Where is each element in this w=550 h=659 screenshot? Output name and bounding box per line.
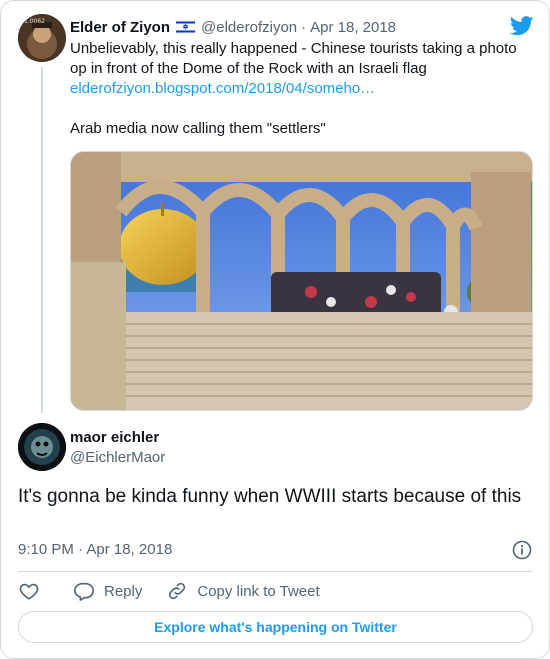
tweet-date: Apr 18, 2018 xyxy=(86,541,173,558)
twitter-bird-icon[interactable] xyxy=(509,16,534,36)
article-link[interactable]: elderofziyon.blogspot.com/2018/04/someho… xyxy=(70,79,530,99)
reply-bubble-icon xyxy=(74,582,94,601)
timestamp-separator: · xyxy=(78,541,84,558)
copy-link-button[interactable]: Copy link to Tweet xyxy=(166,580,320,602)
explore-twitter-button[interactable]: Explore what's happening on Twitter xyxy=(18,611,533,643)
tweet-card: 1.0062 Elder of Ziyon @elderofziyon · Ap… xyxy=(0,0,550,659)
quoted-text-line-1: Unbelievably, this really happened - Chi… xyxy=(70,40,517,57)
info-icon[interactable] xyxy=(511,539,533,561)
heart-icon xyxy=(19,583,39,600)
tweet-time: 9:10 PM xyxy=(18,541,74,558)
svg-text:1.0062: 1.0062 xyxy=(24,18,45,25)
quoted-author-handle[interactable]: @elderofziyon xyxy=(201,19,297,36)
quoted-tweet-date[interactable]: Apr 18, 2018 xyxy=(310,19,396,36)
maor-eichler-avatar[interactable] xyxy=(18,423,66,471)
divider xyxy=(18,571,533,572)
quoted-author-name[interactable]: Elder of Ziyon xyxy=(70,19,170,36)
header-separator: · xyxy=(301,18,307,36)
tweet-timestamp[interactable]: 9:10 PM · Apr 18, 2018 xyxy=(18,541,172,558)
like-button[interactable] xyxy=(18,580,49,602)
elder-of-ziyon-avatar[interactable]: 1.0062 xyxy=(18,14,66,62)
reply-label: Reply xyxy=(104,582,143,600)
reply-tweet-text: It's gonna be kinda funny when WWIII sta… xyxy=(18,486,522,507)
quoted-text-line-3: Arab media now calling them "settlers" xyxy=(70,120,326,137)
israel-flag-icon xyxy=(175,19,196,35)
copy-link-label: Copy link to Tweet xyxy=(197,582,320,600)
reply-button[interactable]: Reply xyxy=(73,580,142,602)
quoted-tweet-text: Unbelievably, this really happened - Chi… xyxy=(70,39,530,139)
temple-mount-photo[interactable] xyxy=(70,151,533,411)
quoted-tweet-header: Elder of Ziyon @elderofziyon · Apr 18, 2… xyxy=(70,17,396,37)
quoted-text-line-2: op in front of the Dome of the Rock with… xyxy=(70,60,427,77)
reply-author-handle[interactable]: @EichlerMaor xyxy=(70,449,165,466)
tweet-actions: Reply Copy link to Tweet xyxy=(18,579,344,603)
link-icon xyxy=(169,582,186,600)
thread-line xyxy=(41,67,43,413)
reply-author-name[interactable]: maor eichler xyxy=(70,429,159,446)
